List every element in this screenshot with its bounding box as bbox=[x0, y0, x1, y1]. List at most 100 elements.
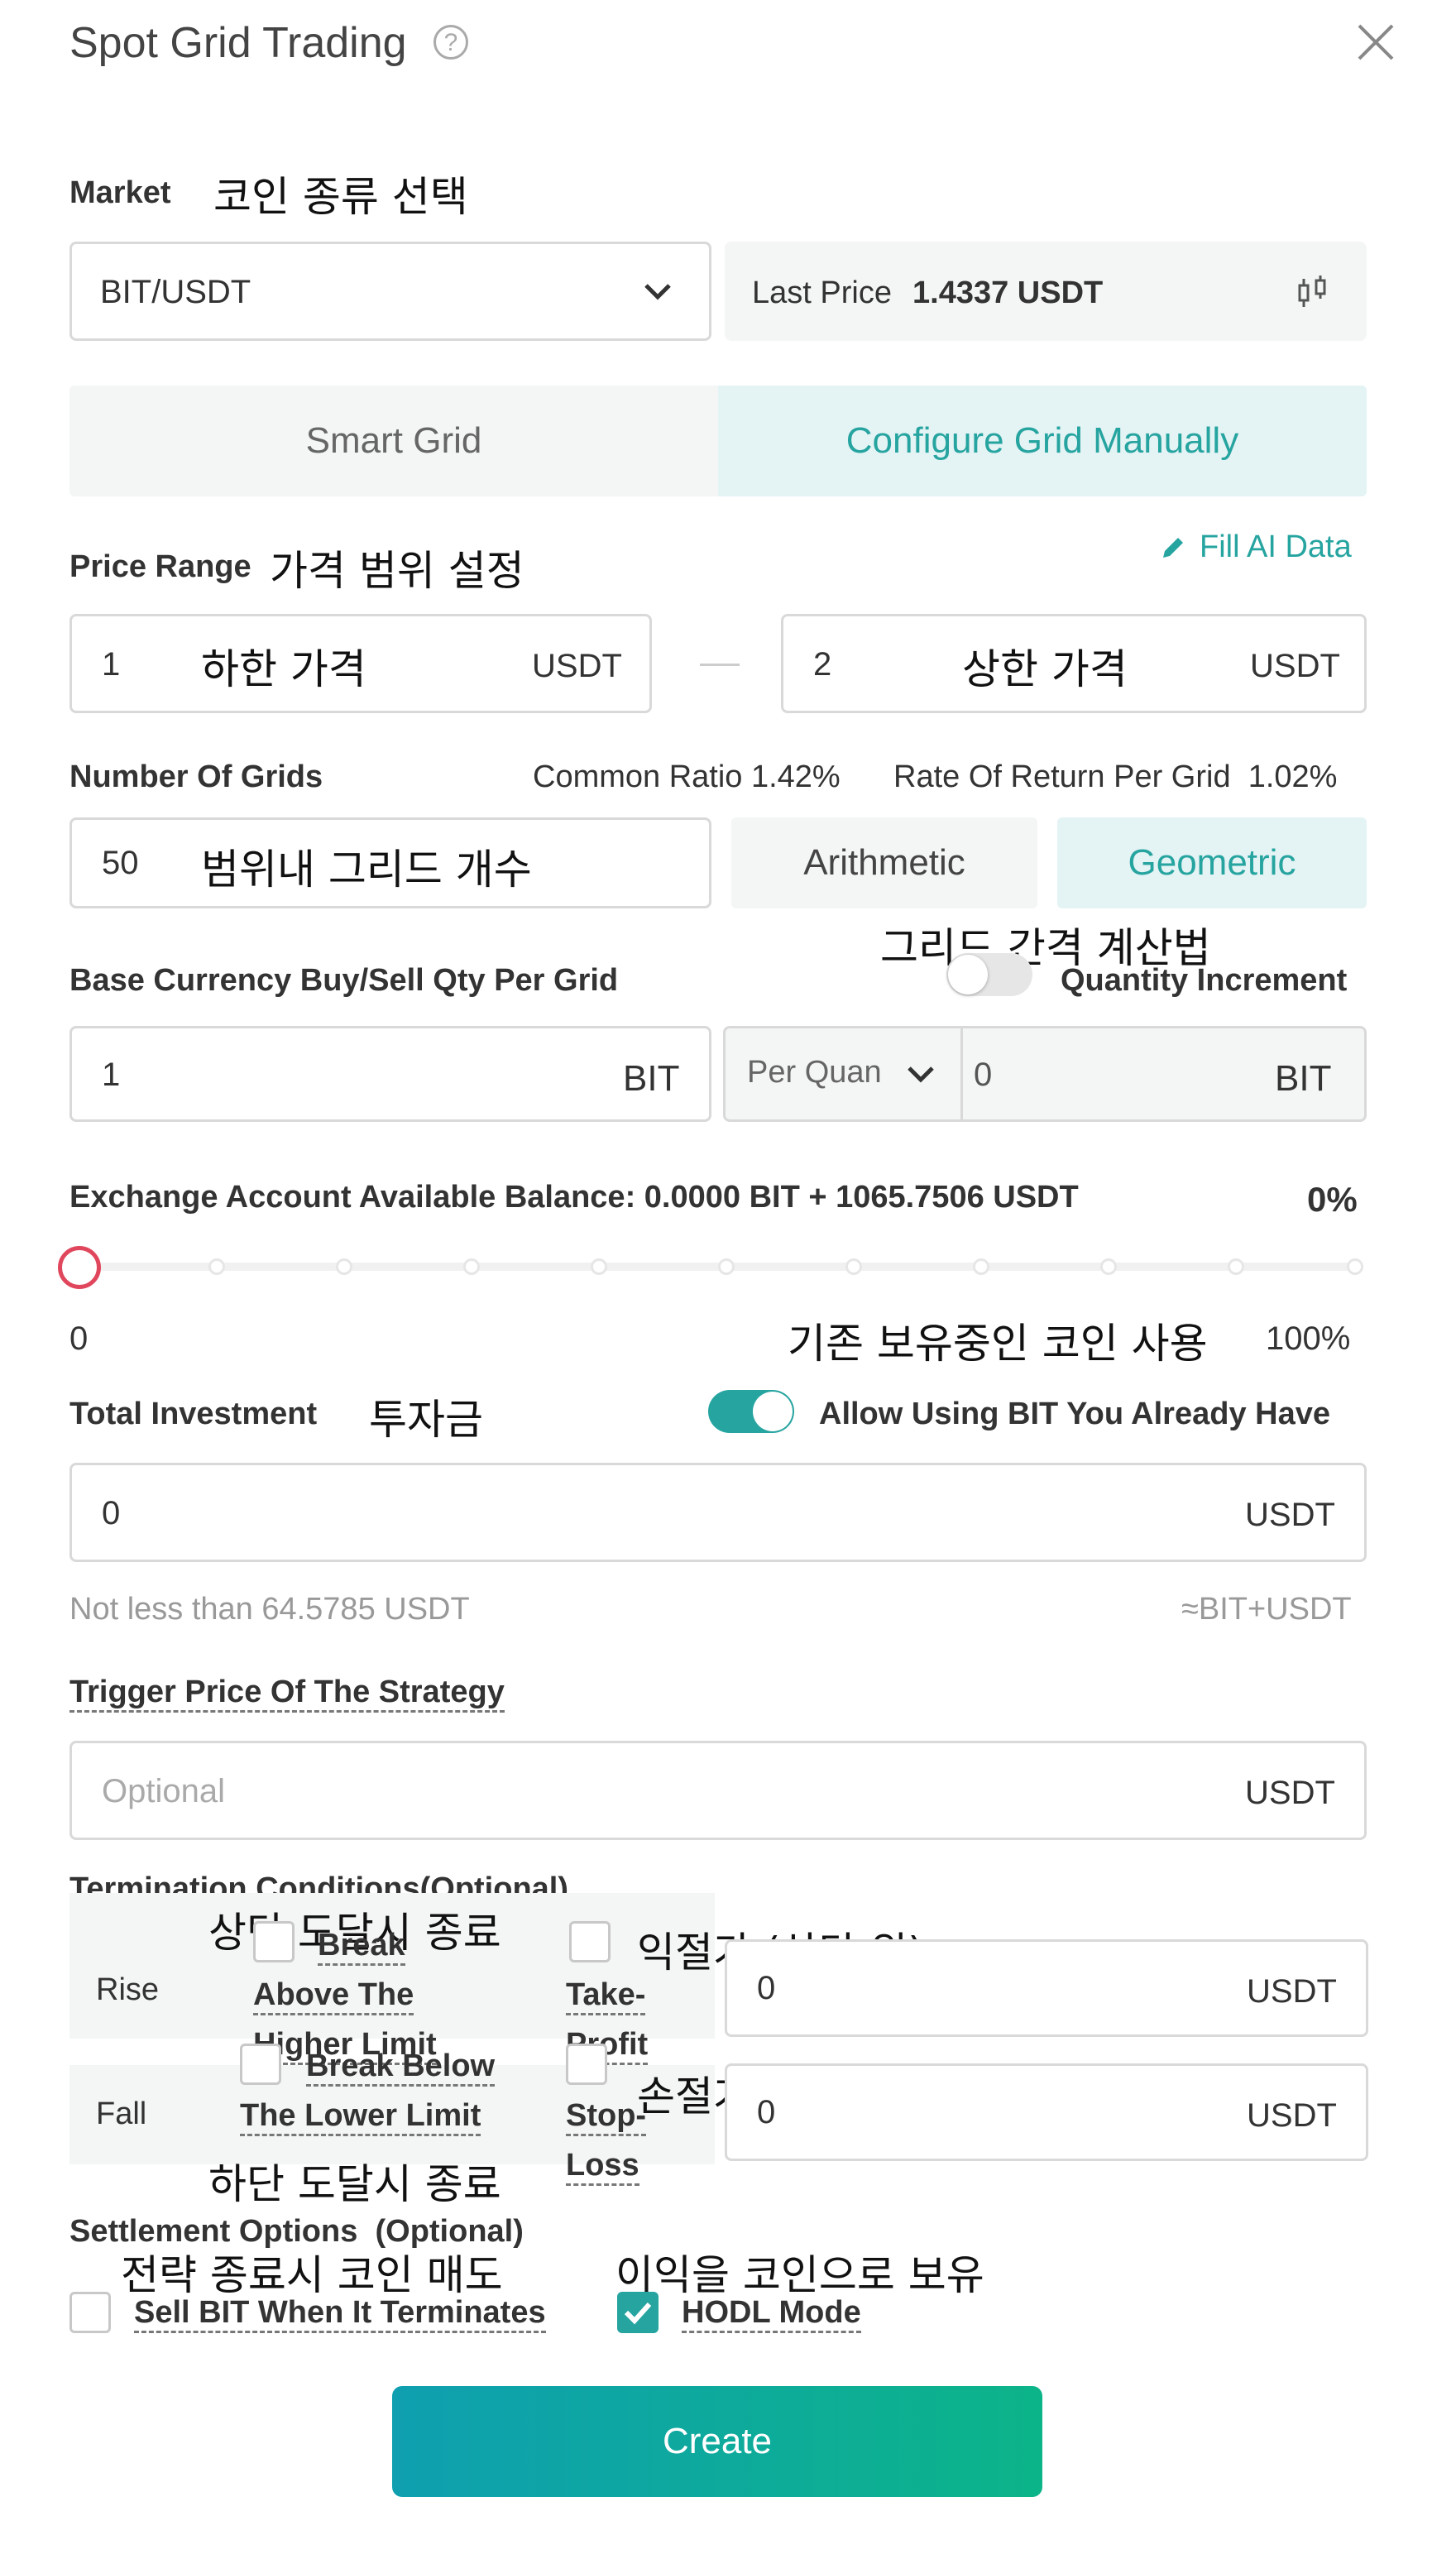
per-quantity-select[interactable]: Per Quan bbox=[726, 1028, 963, 1119]
increment-value[interactable]: 0 bbox=[974, 1057, 992, 1094]
range-divider bbox=[700, 664, 740, 666]
number-of-grids-value: 50 bbox=[102, 845, 139, 881]
total-investment-input[interactable]: 0 USDT bbox=[69, 1463, 1367, 1562]
take-profit-value: 0 bbox=[757, 1970, 776, 2006]
stop-loss-unit: USDT bbox=[1247, 2097, 1337, 2134]
balance-slider-handle[interactable] bbox=[58, 1246, 101, 1289]
base-qty-unit: BIT bbox=[623, 1058, 680, 1099]
break-above-label-2[interactable]: Above The bbox=[253, 1977, 414, 2015]
lower-price-note: 하한 가격 bbox=[201, 645, 366, 693]
fill-ai-data-link[interactable]: Fill AI Data bbox=[1158, 530, 1352, 565]
tab-smart-grid[interactable]: Smart Grid bbox=[69, 386, 718, 496]
slider-tick bbox=[1228, 1258, 1244, 1275]
slider-tick bbox=[1100, 1258, 1117, 1275]
quantity-increment-group: Per Quan 0 BIT bbox=[723, 1026, 1367, 1122]
price-range-label: Price Range bbox=[69, 549, 251, 584]
chevron-down-icon bbox=[908, 1066, 934, 1083]
slider-tick bbox=[973, 1258, 989, 1275]
geometric-button[interactable]: Geometric bbox=[1057, 817, 1367, 908]
quantity-increment-toggle[interactable] bbox=[946, 953, 1032, 996]
sell-bit-checkbox[interactable] bbox=[69, 2292, 111, 2333]
trigger-price-placeholder: Optional bbox=[102, 1773, 225, 1809]
hodl-note: 이익을 코인으로 보유 bbox=[615, 2251, 984, 2299]
base-qty-value: 1 bbox=[102, 1057, 121, 1093]
hodl-checkbox[interactable] bbox=[617, 2292, 659, 2333]
lower-price-unit: USDT bbox=[532, 648, 622, 684]
checkmark-icon bbox=[624, 2302, 652, 2325]
fill-ai-data-label: Fill AI Data bbox=[1200, 530, 1352, 564]
price-range-note: 가격 범위 설정 bbox=[270, 547, 524, 595]
total-investment-unit: USDT bbox=[1245, 1497, 1335, 1533]
stop-loss-checkbox[interactable] bbox=[566, 2044, 607, 2085]
upper-price-unit: USDT bbox=[1250, 648, 1340, 684]
base-qty-input[interactable]: 1 BIT bbox=[69, 1026, 711, 1122]
lower-price-input[interactable]: 1 하한 가격 USDT bbox=[69, 614, 652, 713]
investment-hint: Not less than 64.5785 USDT bbox=[69, 1592, 470, 1627]
last-price-label: Last Price bbox=[752, 276, 892, 310]
break-below-checkbox[interactable] bbox=[240, 2044, 281, 2085]
take-profit-label-1[interactable]: Take- bbox=[566, 1977, 646, 2015]
market-note: 코인 종류 선택 bbox=[213, 173, 468, 221]
rate-of-return: Rate Of Return Per Grid 1.02% bbox=[893, 760, 1338, 794]
total-investment-note: 투자금 bbox=[369, 1396, 483, 1444]
close-icon[interactable] bbox=[1355, 22, 1396, 63]
sell-bit-label[interactable]: Sell BIT When It Terminates bbox=[134, 2295, 546, 2333]
upper-price-input[interactable]: 2 상한 가격 USDT bbox=[781, 614, 1367, 713]
take-profit-input[interactable]: 0 USDT bbox=[725, 1939, 1368, 2037]
upper-price-value: 2 bbox=[813, 646, 832, 683]
allow-using-bit-toggle[interactable] bbox=[708, 1390, 794, 1433]
number-of-grids-input[interactable]: 50 범위내 그리드 개수 bbox=[69, 817, 711, 908]
trigger-price-unit: USDT bbox=[1245, 1775, 1335, 1811]
tab-configure-manually[interactable]: Configure Grid Manually bbox=[718, 386, 1367, 496]
slider-tick bbox=[208, 1258, 225, 1275]
trigger-price-label[interactable]: Trigger Price Of The Strategy bbox=[69, 1675, 505, 1713]
slider-tick bbox=[845, 1258, 862, 1275]
stop-loss-label-2[interactable]: Loss bbox=[566, 2148, 639, 2186]
break-below-label-1[interactable]: Break Below bbox=[306, 2049, 496, 2087]
rise-label: Rise bbox=[96, 1972, 160, 2007]
break-above-label-1[interactable]: Break bbox=[318, 1928, 405, 1966]
slider-tick bbox=[463, 1258, 480, 1275]
trigger-price-input[interactable]: Optional USDT bbox=[69, 1741, 1367, 1840]
total-investment-value: 0 bbox=[102, 1495, 121, 1531]
arithmetic-button[interactable]: Arithmetic bbox=[731, 817, 1037, 908]
slider-note: 기존 보유중인 코인 사용 bbox=[788, 1320, 1208, 1368]
take-profit-checkbox[interactable] bbox=[569, 1921, 611, 1962]
sell-note: 전략 종료시 코인 매도 bbox=[121, 2251, 503, 2299]
lower-price-value: 1 bbox=[102, 646, 121, 683]
slider-tick bbox=[591, 1258, 607, 1275]
last-price-panel: Last Price 1.4337 USDT bbox=[725, 242, 1367, 341]
candlestick-icon[interactable] bbox=[1295, 274, 1331, 310]
increment-unit: BIT bbox=[1275, 1058, 1332, 1099]
number-of-grids-label: Number Of Grids bbox=[69, 760, 323, 794]
slider-min-label: 0 bbox=[69, 1320, 89, 1357]
total-investment-label: Total Investment bbox=[69, 1397, 318, 1431]
last-price-value: 1.4337 USDT bbox=[912, 276, 1104, 310]
dialog-title: Spot Grid Trading bbox=[69, 19, 407, 67]
base-qty-label: Base Currency Buy/Sell Qty Per Grid bbox=[69, 963, 619, 998]
create-button[interactable]: Create bbox=[392, 2386, 1042, 2497]
market-selected-value: BIT/USDT bbox=[100, 274, 251, 310]
common-ratio: Common Ratio 1.42% bbox=[533, 760, 841, 794]
hodl-label[interactable]: HODL Mode bbox=[682, 2295, 861, 2333]
break-below-label-2[interactable]: The Lower Limit bbox=[240, 2098, 481, 2136]
upper-price-note: 상한 가격 bbox=[962, 645, 1128, 693]
stop-loss-label-1[interactable]: Stop- bbox=[566, 2098, 647, 2136]
balance-percent: 0% bbox=[1307, 1180, 1358, 1219]
allow-using-bit-label: Allow Using BIT You Already Have bbox=[819, 1397, 1330, 1431]
toggle-knob bbox=[948, 955, 988, 994]
stop-loss-input[interactable]: 0 USDT bbox=[725, 2063, 1368, 2161]
quantity-increment-label: Quantity Increment bbox=[1061, 963, 1348, 998]
market-label: Market bbox=[69, 175, 171, 210]
take-profit-unit: USDT bbox=[1247, 1973, 1337, 2010]
number-of-grids-note: 범위내 그리드 개수 bbox=[201, 846, 532, 894]
question-circle-icon[interactable]: ? bbox=[433, 25, 468, 60]
break-above-checkbox[interactable] bbox=[253, 1921, 295, 1962]
market-select[interactable]: BIT/USDT bbox=[69, 242, 711, 341]
fall-note: 하단 도달시 종료 bbox=[208, 2160, 501, 2208]
stop-loss-value: 0 bbox=[757, 2094, 776, 2130]
pencil-icon bbox=[1163, 537, 1183, 558]
investment-hint-right: ≈BIT+USDT bbox=[1181, 1592, 1352, 1627]
slider-max-label: 100% bbox=[1266, 1320, 1351, 1357]
fall-label: Fall bbox=[96, 2097, 147, 2131]
